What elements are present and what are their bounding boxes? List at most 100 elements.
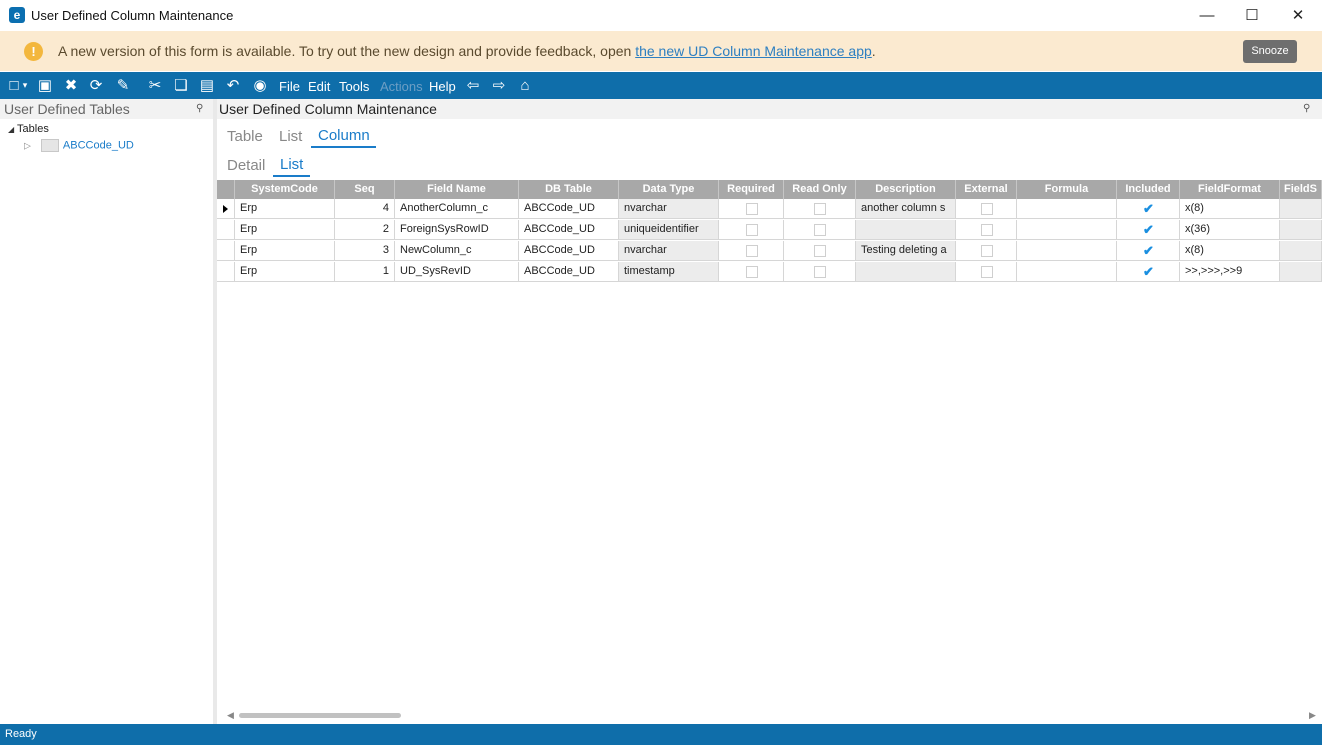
checkbox-icon[interactable] <box>981 245 993 257</box>
scroll-right-icon[interactable]: ▶ <box>1309 710 1316 721</box>
tab-column[interactable]: Column <box>318 127 370 144</box>
cell-included[interactable]: ✔ <box>1117 262 1180 282</box>
table-row[interactable]: Erp 1 UD_SysRevID ABCCode_UD timestamp ✔ >>,>>… <box>217 262 1322 283</box>
clear-icon[interactable]: ✎ <box>113 77 133 94</box>
cell-seq[interactable]: 2 <box>335 220 395 240</box>
tree-root[interactable]: ◢ Tables <box>8 123 49 135</box>
cell-included[interactable]: ✔ <box>1117 220 1180 240</box>
maximize-button[interactable]: ☐ <box>1229 0 1275 31</box>
cell-required[interactable] <box>719 220 784 240</box>
pin-icon[interactable]: ⚲ <box>196 103 203 114</box>
search-icon[interactable]: ◉ <box>250 77 270 94</box>
header-field-format[interactable]: FieldFormat <box>1180 180 1280 199</box>
cell-required[interactable] <box>719 241 784 261</box>
header-description[interactable]: Description <box>856 180 956 199</box>
checkbox-checked-icon[interactable]: ✔ <box>1143 202 1155 215</box>
cell-description[interactable]: another column s <box>856 199 956 219</box>
cell-data-type[interactable]: nvarchar <box>619 241 719 261</box>
cell-field-s[interactable] <box>1280 241 1322 261</box>
cell-external[interactable] <box>956 241 1017 261</box>
cell-field-format[interactable]: x(8) <box>1180 241 1280 261</box>
cell-field-s[interactable] <box>1280 220 1322 240</box>
tree-item-abccode-ud[interactable]: ▷ ABCCode_UD <box>24 139 134 152</box>
header-seq[interactable]: Seq <box>335 180 395 199</box>
cell-formula[interactable] <box>1017 262 1117 282</box>
checkbox-icon[interactable] <box>981 203 993 215</box>
cell-data-type[interactable]: timestamp <box>619 262 719 282</box>
cell-description[interactable] <box>856 220 956 240</box>
cell-field-name[interactable]: ForeignSysRowID <box>395 220 519 240</box>
minimize-button[interactable]: — <box>1184 0 1230 31</box>
checkbox-icon[interactable] <box>814 203 826 215</box>
header-field-name[interactable]: Field Name <box>395 180 519 199</box>
cell-formula[interactable] <box>1017 241 1117 261</box>
cell-system-code[interactable]: Erp <box>235 220 335 240</box>
cell-field-name[interactable]: UD_SysRevID <box>395 262 519 282</box>
header-external[interactable]: External <box>956 180 1017 199</box>
refresh-icon[interactable]: ⟳ <box>86 77 106 94</box>
table-row[interactable]: Erp 2 ForeignSysRowID ABCCode_UD uniqueident… <box>217 220 1322 241</box>
cell-db-table[interactable]: ABCCode_UD <box>519 220 619 240</box>
cell-external[interactable] <box>956 220 1017 240</box>
scroll-thumb[interactable] <box>239 713 401 718</box>
header-data-type[interactable]: Data Type <box>619 180 719 199</box>
menu-tools[interactable]: Tools <box>339 79 369 94</box>
tab-sub-list[interactable]: List <box>280 156 303 173</box>
forward-icon[interactable]: ⇨ <box>489 77 509 94</box>
back-icon[interactable]: ⇦ <box>463 77 483 94</box>
cell-read-only[interactable] <box>784 199 856 219</box>
table-row[interactable]: Erp 4 AnotherColumn_c ABCCode_UD nvarchar ano… <box>217 199 1322 220</box>
cell-field-name[interactable]: NewColumn_c <box>395 241 519 261</box>
header-required[interactable]: Required <box>719 180 784 199</box>
cell-formula[interactable] <box>1017 199 1117 219</box>
checkbox-icon[interactable] <box>746 266 758 278</box>
cell-system-code[interactable]: Erp <box>235 199 335 219</box>
table-row[interactable]: Erp 3 NewColumn_c ABCCode_UD nvarchar Testing… <box>217 241 1322 262</box>
snooze-button[interactable]: Snooze <box>1243 40 1297 63</box>
tab-list[interactable]: List <box>279 128 302 145</box>
pin-icon[interactable]: ⚲ <box>1303 103 1310 114</box>
cut-icon[interactable]: ✂ <box>145 77 165 94</box>
home-icon[interactable]: ⌂ <box>515 77 535 94</box>
cell-included[interactable]: ✔ <box>1117 199 1180 219</box>
cell-required[interactable] <box>719 199 784 219</box>
checkbox-icon[interactable] <box>746 224 758 236</box>
header-db-table[interactable]: DB Table <box>519 180 619 199</box>
cell-system-code[interactable]: Erp <box>235 262 335 282</box>
row-selector[interactable] <box>217 199 235 219</box>
cell-read-only[interactable] <box>784 241 856 261</box>
menu-edit[interactable]: Edit <box>308 79 330 94</box>
cell-seq[interactable]: 3 <box>335 241 395 261</box>
cell-description[interactable]: Testing deleting a <box>856 241 956 261</box>
cell-db-table[interactable]: ABCCode_UD <box>519 241 619 261</box>
cell-included[interactable]: ✔ <box>1117 241 1180 261</box>
cell-required[interactable] <box>719 262 784 282</box>
checkbox-icon[interactable] <box>981 224 993 236</box>
checkbox-icon[interactable] <box>814 245 826 257</box>
checkbox-checked-icon[interactable]: ✔ <box>1143 265 1155 278</box>
cell-seq[interactable]: 4 <box>335 199 395 219</box>
checkbox-icon[interactable] <box>746 245 758 257</box>
cell-field-format[interactable]: >>,>>>,>>9 <box>1180 262 1280 282</box>
paste-icon[interactable]: ▤ <box>197 77 217 94</box>
scroll-left-icon[interactable]: ◀ <box>227 710 234 721</box>
cell-field-s[interactable] <box>1280 199 1322 219</box>
menu-actions[interactable]: Actions <box>380 79 423 94</box>
menu-help[interactable]: Help <box>429 79 456 94</box>
cell-system-code[interactable]: Erp <box>235 241 335 261</box>
cell-description[interactable] <box>856 262 956 282</box>
checkbox-checked-icon[interactable]: ✔ <box>1143 223 1155 236</box>
tab-detail[interactable]: Detail <box>227 157 265 174</box>
new-app-link[interactable]: the new UD Column Maintenance app <box>635 43 872 59</box>
collapse-icon[interactable]: ◢ <box>8 125 14 134</box>
menu-file[interactable]: File <box>279 79 300 94</box>
header-system-code[interactable]: SystemCode <box>235 180 335 199</box>
checkbox-checked-icon[interactable]: ✔ <box>1143 244 1155 257</box>
new-dropdown-icon[interactable]: ▾ <box>20 77 30 94</box>
cell-data-type[interactable]: uniqueidentifier <box>619 220 719 240</box>
cell-field-format[interactable]: x(36) <box>1180 220 1280 240</box>
horizontal-scrollbar[interactable]: ◀ ▶ <box>217 709 1322 722</box>
delete-icon[interactable]: ✖ <box>61 77 81 94</box>
cell-external[interactable] <box>956 262 1017 282</box>
header-read-only[interactable]: Read Only <box>784 180 856 199</box>
